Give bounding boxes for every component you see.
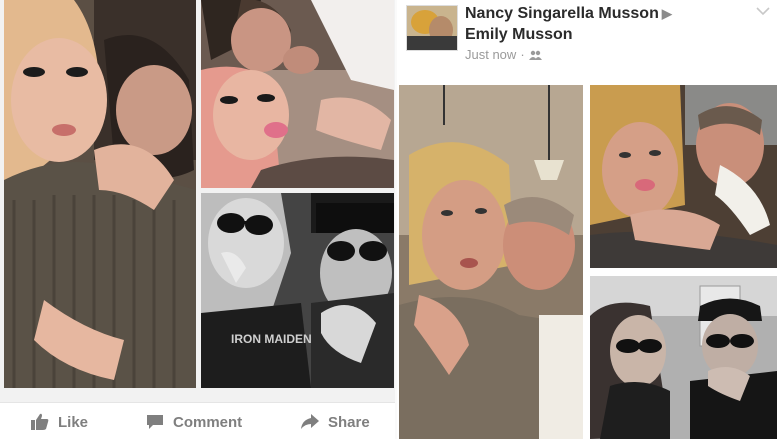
friends-icon (528, 50, 542, 60)
post-header: Nancy Singarella Musson ▶ Emily Musson Ju… (397, 0, 780, 82)
share-button[interactable]: Share (300, 413, 370, 431)
like-button[interactable]: Like (30, 413, 88, 431)
meta-separator: · (520, 47, 525, 62)
author-name[interactable]: Nancy Singarella Musson (465, 5, 659, 22)
chevron-down-icon[interactable] (756, 6, 770, 16)
post-author-names: Nancy Singarella Musson ▶ Emily Musson (465, 3, 672, 45)
tongue-out-photo[interactable] (201, 0, 394, 188)
share-label: Share (328, 413, 370, 431)
post-meta: Just now · (465, 47, 542, 62)
like-label: Like (58, 413, 89, 431)
comment-label: Comment (173, 413, 243, 431)
left-post-panel: IRON MAIDEN Like Comment Share (0, 0, 395, 439)
right-post-panel: Nancy Singarella Musson ▶ Emily Musson Ju… (397, 0, 780, 439)
sunglasses-bw-photo[interactable]: IRON MAIDEN (201, 193, 394, 388)
comment-button[interactable]: Comment (145, 413, 242, 431)
share-arrow-icon (301, 414, 319, 429)
parents-kiss-photo[interactable] (399, 85, 583, 439)
parents-sunglasses-photo[interactable] (590, 276, 777, 439)
tagged-arrow-icon: ▶ (661, 6, 672, 21)
thumbs-up-icon (31, 413, 49, 430)
selfie-photo-couple[interactable] (4, 0, 196, 388)
avatar[interactable] (406, 5, 458, 51)
parents-tongue-photo[interactable] (590, 85, 777, 268)
post-action-bar: Like Comment Share (0, 402, 395, 439)
svg-text:IRON MAIDEN: IRON MAIDEN (231, 332, 312, 346)
comment-icon (147, 415, 163, 429)
post-timestamp[interactable]: Just now (465, 47, 516, 62)
tagged-name[interactable]: Emily Musson (465, 26, 573, 43)
